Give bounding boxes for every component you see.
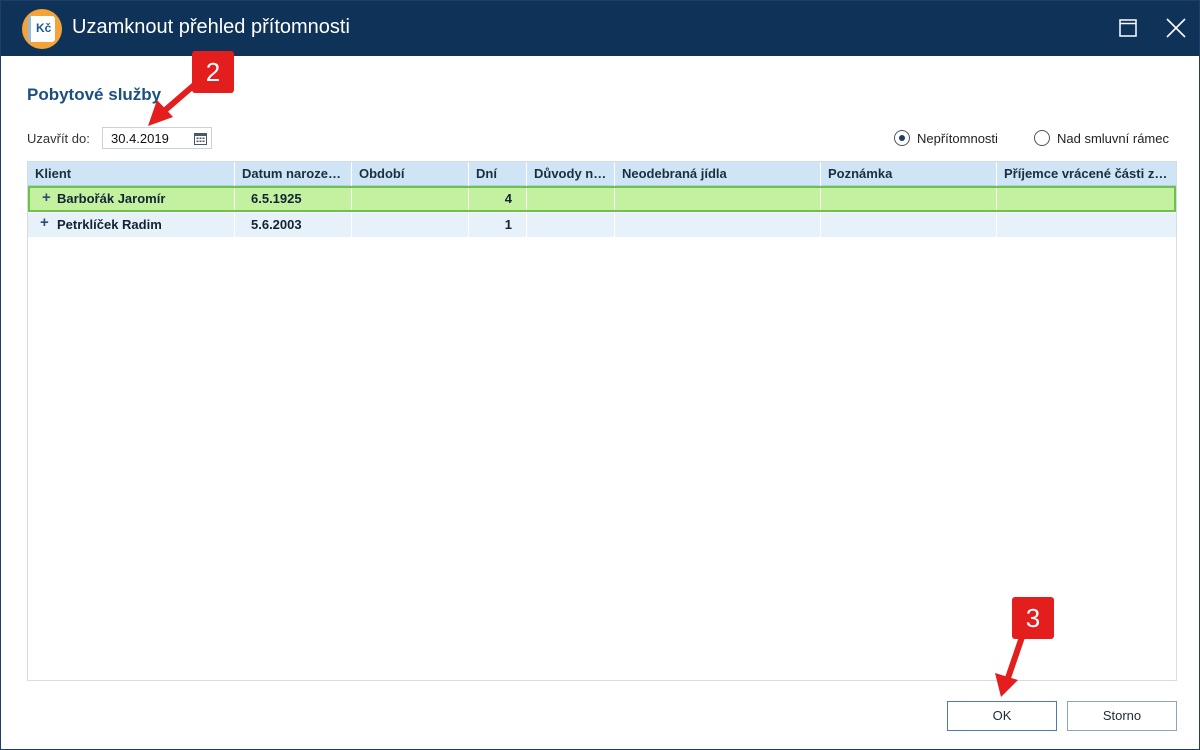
date-input[interactable]: 30.4.2019 xyxy=(102,127,212,149)
cell-reasons xyxy=(527,188,615,210)
cell-birth: 5.6.2003 xyxy=(235,213,352,237)
expand-icon[interactable]: + xyxy=(42,189,51,206)
column-header-poznamka[interactable]: Poznámka xyxy=(821,162,997,186)
clients-grid[interactable]: Klient Datum naroze… Období Dní Důvody n… xyxy=(27,161,1177,681)
section-title: Pobytové služby xyxy=(27,85,162,104)
step-badge-3: 3 xyxy=(1012,597,1054,639)
maximize-button[interactable] xyxy=(1113,13,1143,43)
cell-days: 1 xyxy=(469,213,527,237)
days-value: 4 xyxy=(504,191,512,206)
close-icon xyxy=(1166,18,1186,38)
radio-label: Nad smluvní rámec xyxy=(1057,131,1169,146)
days-value: 1 xyxy=(504,217,512,232)
cell-reasons xyxy=(527,213,615,237)
cell-note xyxy=(821,188,997,210)
column-header-dni[interactable]: Dní xyxy=(469,162,527,186)
window-title: Uzamknout přehled přítomnosti xyxy=(72,16,350,38)
cell-period xyxy=(352,188,469,210)
cell-client: + Barbořák Jaromír xyxy=(30,188,235,210)
cell-period xyxy=(352,213,469,237)
birth-date: 5.6.2003 xyxy=(251,217,302,232)
cell-meals xyxy=(615,188,821,210)
title-bar: Kč Uzamknout přehled přítomnosti xyxy=(1,1,1199,56)
cell-recipient xyxy=(997,213,1176,237)
app-icon: Kč xyxy=(22,9,62,49)
step-badge-2: 2 xyxy=(192,51,234,93)
notebook-icon: Kč xyxy=(28,16,55,42)
column-header-obdobi[interactable]: Období xyxy=(352,162,469,186)
radio-label: Nepřítomnosti xyxy=(917,131,998,146)
column-header-prijemce[interactable]: Příjemce vrácené části z… xyxy=(997,162,1176,186)
cell-recipient xyxy=(997,188,1174,210)
calendar-icon[interactable] xyxy=(194,132,207,145)
table-row[interactable]: + Barbořák Jaromír 6.5.1925 4 xyxy=(28,186,1176,212)
cancel-button[interactable]: Storno xyxy=(1067,701,1177,731)
cell-meals xyxy=(615,213,821,237)
column-header-neodebrana-jidla[interactable]: Neodebraná jídla xyxy=(615,162,821,186)
birth-date: 6.5.1925 xyxy=(251,191,302,206)
maximize-icon xyxy=(1119,19,1137,37)
radio-nad-smluvni-ramec[interactable]: Nad smluvní rámec xyxy=(1034,130,1179,146)
date-label: Uzavřít do: xyxy=(27,131,90,146)
radio-circle[interactable] xyxy=(1034,130,1050,146)
radio-nepritomnosti[interactable]: Nepřítomnosti xyxy=(894,130,1009,146)
cell-note xyxy=(821,213,997,237)
client-name: Petrklíček Radim xyxy=(57,217,162,232)
expand-icon[interactable]: + xyxy=(40,214,49,231)
table-row[interactable]: + Petrklíček Radim 5.6.2003 1 xyxy=(28,213,1176,237)
grid-header: Klient Datum naroze… Období Dní Důvody n… xyxy=(28,162,1176,186)
cell-days: 4 xyxy=(469,188,527,210)
app-icon-label: Kč xyxy=(36,21,52,35)
ok-button[interactable]: OK xyxy=(947,701,1057,731)
column-header-klient[interactable]: Klient xyxy=(28,162,235,186)
cell-client: + Petrklíček Radim xyxy=(28,213,235,237)
date-value: 30.4.2019 xyxy=(111,131,169,146)
client-name: Barbořák Jaromír xyxy=(57,191,166,206)
close-button[interactable] xyxy=(1161,13,1191,43)
column-header-duvody[interactable]: Důvody n… xyxy=(527,162,615,186)
radio-dot xyxy=(899,135,905,141)
column-header-datum-narozeni[interactable]: Datum naroze… xyxy=(235,162,352,186)
radio-circle[interactable] xyxy=(894,130,910,146)
cell-birth: 6.5.1925 xyxy=(235,188,352,210)
